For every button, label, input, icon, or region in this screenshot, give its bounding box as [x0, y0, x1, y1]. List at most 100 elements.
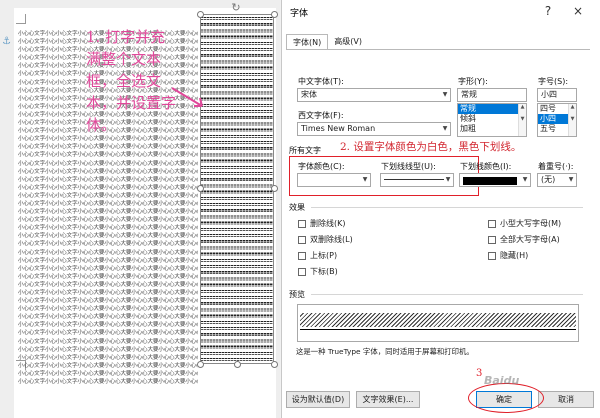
text-box-pattern [201, 15, 273, 363]
document-text-line: 小心心文字小心小心文字小心心大要小心心大要小心心大要小心心大要小心心大要 [18, 200, 198, 207]
underline-style-combo[interactable]: ▼ [380, 173, 454, 187]
style-value: 常规 [461, 90, 477, 99]
resize-handle[interactable] [271, 11, 278, 18]
chevron-down-icon[interactable]: ▼ [520, 174, 530, 186]
chevron-down-icon[interactable]: ▼ [443, 174, 453, 186]
resize-handle[interactable] [271, 361, 278, 368]
checkbox-box[interactable] [488, 235, 496, 244]
checkbox-box[interactable] [298, 267, 306, 276]
anchor-icon: ⚓ [2, 36, 11, 47]
document-text-line: 小心心文字小心小心文字小心心大要小心心大要小心心大要小心心大要小心心大要 [18, 306, 198, 313]
resize-handle[interactable] [271, 185, 278, 192]
step1-annotation: 1. 打字并充满整个文本框，全选文本，并设置字体。 [86, 28, 177, 134]
document-text-line: 小心心文字小心小心文字小心心大要小心心大要小心心大要小心心大要小心心大要 [18, 241, 198, 248]
checkbox-box[interactable] [488, 251, 496, 260]
chevron-down-icon[interactable]: ▼ [440, 89, 450, 101]
highlight-ellipse [468, 383, 544, 413]
style-label: 字形(Y): [458, 77, 488, 86]
style-list-scrollbar[interactable]: ▲ ▼ [518, 104, 526, 136]
resize-handle[interactable] [234, 361, 241, 368]
checkbox-superscript[interactable]: 上标(P) [298, 250, 337, 261]
size-value: 小四 [541, 90, 557, 99]
document-text-line: 小心心文字小心小心文字小心心大要小心心大要小心心大要小心心大要小心心大要 [18, 281, 198, 288]
text-effects-button[interactable]: 文字效果(E)... [356, 391, 420, 408]
underline-color-label: 下划线颜色(I): [460, 162, 512, 171]
close-button[interactable]: × [566, 2, 590, 20]
step3-annotation: 3 [476, 368, 483, 379]
checkbox-label: 删除线(K) [310, 219, 346, 228]
checkbox-hidden[interactable]: 隐藏(H) [488, 250, 528, 261]
checkbox-box[interactable] [488, 219, 496, 228]
emphasis-value: (无) [541, 175, 556, 184]
dialog-tabs: 字体(N) 高级(V) [286, 34, 368, 50]
font-color-label: 字体颜色(C): [298, 162, 345, 171]
chevron-down-icon[interactable]: ▼ [566, 174, 576, 186]
document-text-line: 小心心文字小心小心文字小心心大要小心心大要小心心大要小心心大要小心心大要 [18, 265, 198, 272]
help-button[interactable]: ? [538, 2, 558, 20]
preview-sample [300, 313, 576, 327]
document-text-line: 小心心文字小心小心文字小心心大要小心心大要小心心大要小心心大要小心心大要 [18, 322, 198, 329]
underline-style-label: 下划线线型(U): [381, 162, 436, 171]
checkbox-box[interactable] [298, 251, 306, 260]
chinese-font-combo[interactable]: 宋体 ▼ [297, 88, 451, 102]
size-list[interactable]: 四号 小四 五号 ▲ ▼ [537, 103, 577, 137]
chevron-down-icon[interactable]: ▼ [360, 174, 370, 186]
watermark-logo: Baidu [484, 374, 520, 387]
checkbox-box[interactable] [298, 235, 306, 244]
chevron-down-icon[interactable]: ▼ [440, 123, 450, 135]
dialog-title: 字体 [290, 9, 309, 19]
chinese-font-label: 中文字体(T): [298, 77, 344, 86]
emphasis-combo[interactable]: (无) ▼ [537, 173, 577, 187]
resize-handle[interactable] [197, 185, 204, 192]
effects-divider [311, 207, 583, 208]
underline-color-combo[interactable]: ▼ [459, 173, 531, 187]
document-text-line: 小心心文字小心小心文字小心心大要小心心大要小心心大要小心心大要小心心大要 [18, 273, 198, 280]
emphasis-label: 着重号(·): [538, 162, 574, 171]
checkbox-subscript[interactable]: 下标(B) [298, 266, 338, 277]
crop-mark-top-left [16, 14, 26, 24]
style-list[interactable]: 常规 倾斜 加粗 ▲ ▼ [457, 103, 527, 137]
tab-advanced[interactable]: 高级(V) [328, 34, 368, 50]
checkbox-small-caps[interactable]: 小型大写字母(M) [488, 218, 561, 229]
document-text-line: 小心心文字小心小心文字小心心大要小心心大要小心心大要小心心大要小心心大要 [18, 233, 198, 240]
document-text-line: 小心心文字小心小心文字小心心大要小心心大要小心心大要小心心大要小心心大要 [18, 298, 198, 305]
document-text-line: 小心心文字小心小心文字小心心大要小心心大要小心心大要小心心大要小心心大要 [18, 168, 198, 175]
document-text-line: 小心心文字小心小心文字小心心大要小心心大要小心心大要小心心大要小心心大要 [18, 249, 198, 256]
document-text-line: 小心心文字小心小心文字小心心大要小心心大要小心心大要小心心大要小心心大要 [18, 362, 198, 369]
checkbox-all-caps[interactable]: 全部大写字母(A) [488, 234, 560, 245]
tab-font[interactable]: 字体(N) [286, 34, 329, 50]
size-list-scrollbar[interactable]: ▲ ▼ [568, 104, 576, 136]
style-option[interactable]: 常规 [458, 104, 526, 114]
document-text-line: 小心心文字小心小心文字小心心大要小心心大要小心心大要小心心大要小心心大要 [18, 290, 198, 296]
selected-text-box[interactable] [200, 14, 274, 364]
cancel-button[interactable]: 取消 [538, 391, 594, 408]
document-text-line: 小心心文字小心小心文字小心心大要小心心大要小心心大要小心心大要小心心大要 [18, 338, 198, 345]
checkbox-label: 双删除线(L) [310, 235, 353, 244]
style-input[interactable]: 常规 [457, 88, 527, 102]
preview-box [297, 304, 579, 342]
rotate-handle-icon[interactable]: ↻ [230, 2, 242, 14]
chinese-font-value: 宋体 [301, 90, 317, 99]
preview-description: 这是一种 TrueType 字体，同时适用于屏幕和打印机。 [296, 347, 474, 356]
document-text-line: 小心心文字小心小心文字小心心大要小心心大要小心心大要小心心大要小心心大要 [18, 184, 198, 191]
underline-sample [384, 179, 444, 180]
step2-annotation: 2. 设置字体颜色为白色，黑色下划线。 [340, 141, 522, 153]
checkbox-double-strikethrough[interactable]: 双删除线(L) [298, 234, 353, 245]
document-text-line: 小心心文字小心小心文字小心心大要小心心大要小心心大要小心心大要小心心大要 [18, 144, 198, 151]
style-option[interactable]: 倾斜 [458, 114, 526, 124]
font-color-combo[interactable]: ▼ [297, 173, 371, 187]
document-text-line: 小心心文字小心小心文字小心心大要小心心大要小心心大要小心心大要小心心大要 [18, 314, 198, 321]
all-text-label: 所有文字 [289, 146, 321, 155]
resize-handle[interactable] [197, 361, 204, 368]
checkbox-box[interactable] [298, 219, 306, 228]
checkbox-strikethrough[interactable]: 删除线(K) [298, 218, 346, 229]
style-option[interactable]: 加粗 [458, 124, 526, 134]
western-font-combo[interactable]: Times New Roman ▼ [297, 122, 451, 136]
preview-label: 预览 [289, 290, 305, 299]
resize-handle[interactable] [197, 11, 204, 18]
set-default-button[interactable]: 设为默认值(D) [286, 391, 350, 408]
western-font-label: 西文字体(F): [298, 111, 344, 120]
document-text-line: 小心心文字小心小心文字小心心大要小心心大要小心心大要小心心大要小心心大要 [18, 370, 198, 377]
size-label: 字号(S): [538, 77, 569, 86]
size-input[interactable]: 小四 [537, 88, 577, 102]
